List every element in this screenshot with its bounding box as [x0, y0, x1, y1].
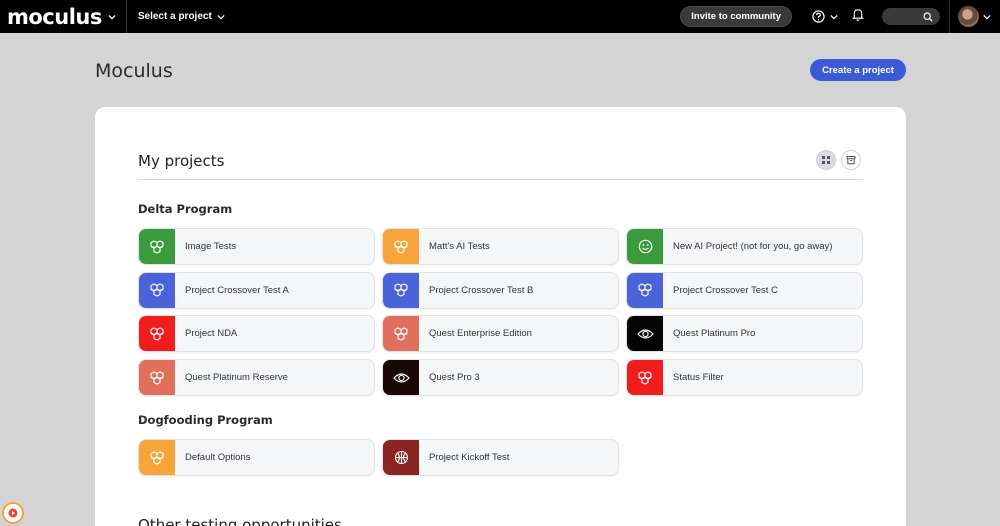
project-tile-label: Default Options: [185, 452, 251, 463]
project-tile-project-nda[interactable]: Project NDA: [138, 315, 375, 353]
bell-icon: [852, 8, 864, 21]
project-tile-project-crossover-test-c[interactable]: Project Crossover Test C: [626, 271, 863, 309]
project-tile-project-kickoff-test[interactable]: Project Kickoff Test: [382, 439, 619, 476]
page-title: Moculus: [95, 60, 173, 82]
search-icon: [923, 11, 933, 22]
project-tile-label: Project Crossover Test B: [429, 284, 534, 296]
invite-to-community-button[interactable]: Invite to community: [680, 6, 792, 27]
project-tile-quest-platinum-reserve[interactable]: Quest Platinum Reserve: [138, 359, 375, 397]
cubes-icon: [627, 272, 663, 308]
project-tile-label: Image Tests: [185, 241, 237, 252]
cubes-icon: [139, 316, 175, 352]
play-icon: [8, 508, 18, 518]
chevron-down-icon: [217, 14, 225, 19]
cubes-icon: [627, 360, 663, 396]
project-tile-label: Quest Enterprise Edition: [429, 328, 532, 340]
search-input[interactable]: [882, 8, 940, 25]
cubes-icon: [383, 272, 419, 308]
chevron-down-icon[interactable]: [983, 13, 991, 21]
project-tile-label: Status Filter: [673, 372, 724, 384]
project-select-dropdown[interactable]: Select a project: [138, 11, 225, 22]
project-tile-label: Project Crossover Test C: [673, 284, 778, 296]
chevron-down-icon: [108, 14, 116, 19]
logo-text: moculus: [7, 4, 102, 29]
project-tile-default-options[interactable]: Default Options: [138, 439, 375, 476]
project-tile-project-crossover-test-b[interactable]: Project Crossover Test B: [382, 271, 619, 309]
project-tile-status-filter[interactable]: Status Filter: [626, 359, 863, 397]
cubes-icon: [383, 316, 419, 352]
cubes-icon: [139, 360, 175, 396]
section-divider: [138, 179, 863, 180]
project-tile-quest-pro-3[interactable]: Quest Pro 3: [382, 359, 619, 397]
project-tile-label: New AI Project! (not for you, go away): [673, 241, 833, 252]
topbar-divider: [949, 0, 950, 33]
cubes-icon: [139, 229, 175, 264]
invite-label: Invite to community: [691, 11, 781, 22]
cubes-icon: [139, 272, 175, 308]
group-title-delta: Delta Program: [138, 202, 233, 216]
project-tile-image-tests[interactable]: Image Tests: [138, 228, 375, 265]
top-bar: moculus Select a project Invite to commu…: [0, 0, 1000, 33]
project-tile-label: Project Crossover Test A: [185, 284, 289, 296]
help-icon: [812, 10, 825, 23]
project-tile-label: Matt's AI Tests: [429, 241, 490, 252]
eye-icon: [383, 360, 419, 396]
project-select-label: Select a project: [137, 11, 212, 22]
create-project-button[interactable]: Create a project: [810, 59, 906, 81]
ball-icon: [383, 440, 419, 475]
other-opportunities-title: Other testing opportunities: [138, 516, 342, 526]
project-tile-quest-platinum-pro[interactable]: Quest Platinum Pro: [626, 315, 863, 353]
create-project-label: Create a project: [822, 64, 894, 76]
project-tile-label: Quest Platinum Pro: [673, 328, 756, 340]
topbar-divider: [125, 0, 127, 33]
section-title: My projects: [138, 152, 225, 170]
archive-view-toggle[interactable]: [841, 150, 861, 170]
notifications-button[interactable]: [852, 8, 864, 26]
grid-icon: [822, 156, 830, 164]
project-tile-project-crossover-test-a[interactable]: Project Crossover Test A: [138, 271, 375, 309]
archive-icon: [846, 156, 856, 165]
my-projects-card: My projects Delta Program Image Tests Mat…: [95, 107, 906, 526]
chevron-down-icon: [830, 14, 838, 19]
help-menu[interactable]: [812, 10, 838, 23]
project-tile-label: Project NDA: [185, 328, 238, 340]
project-tile-quest-enterprise-edition[interactable]: Quest Enterprise Edition: [382, 315, 619, 353]
avatar[interactable]: [958, 6, 979, 27]
project-tile-matt-s-ai-tests[interactable]: Matt's AI Tests: [382, 228, 619, 265]
cubes-icon: [139, 440, 175, 475]
widget-launcher-button[interactable]: [2, 502, 24, 524]
project-tile-label: Project Kickoff Test: [429, 452, 510, 463]
project-tile-new-ai-project-not-for-you-go-away[interactable]: New AI Project! (not for you, go away): [626, 228, 863, 265]
grid-view-toggle[interactable]: [816, 150, 836, 170]
group-title-dogfooding: Dogfooding Program: [138, 413, 273, 427]
project-tile-label: Quest Pro 3: [429, 372, 480, 384]
smiley-icon: [627, 229, 663, 264]
app-logo[interactable]: moculus: [0, 0, 116, 33]
cubes-icon: [383, 229, 419, 264]
eye-icon: [627, 316, 663, 352]
project-tile-label: Quest Platinum Reserve: [185, 372, 288, 384]
